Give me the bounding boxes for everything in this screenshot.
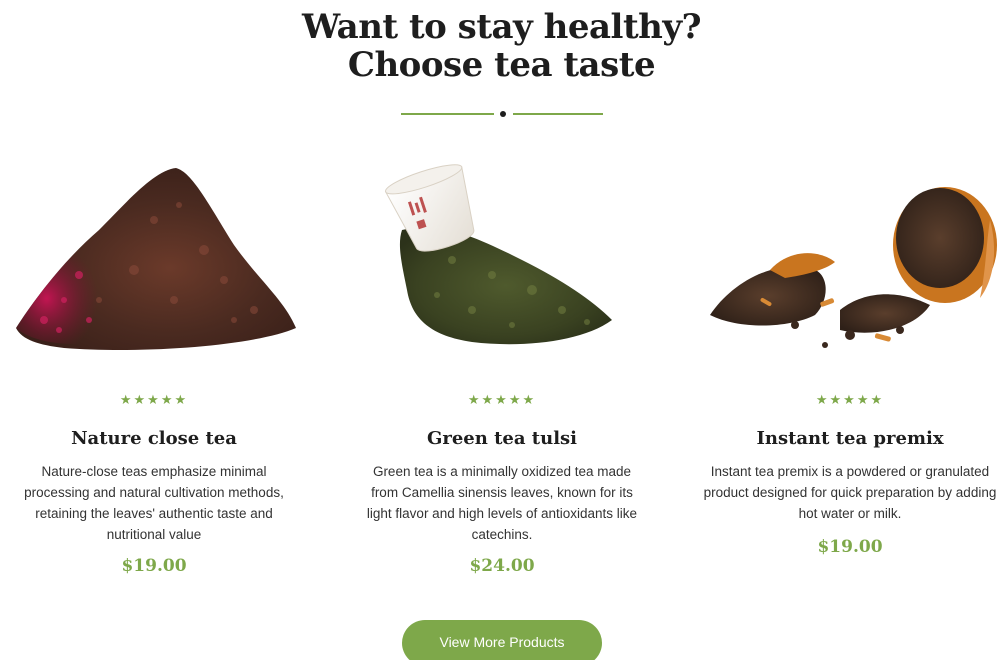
product-description: Green tea is a minimally oxidized tea ma… — [366, 464, 638, 542]
product-title[interactable]: Green tea tulsi — [352, 425, 652, 453]
rating-stars: ★★★★★ — [467, 393, 537, 408]
divider-dot — [500, 111, 506, 117]
product-price: $19.00 — [121, 556, 187, 576]
product-card-nature-close-tea[interactable]: ★★★★★ Nature close tea Nature-close teas… — [4, 150, 304, 590]
rating-stars: ★★★★★ — [119, 393, 189, 408]
product-description: Nature-close teas emphasize minimal proc… — [24, 464, 284, 542]
product-description: Instant tea premix is a powdered or gran… — [703, 464, 997, 521]
product-price: $19.00 — [817, 537, 883, 557]
product-image-green-tea[interactable] — [352, 150, 652, 375]
divider-line-left — [401, 113, 494, 115]
section-heading-line-1: Want to stay healthy? — [301, 7, 702, 47]
product-title[interactable]: Instant tea premix — [700, 425, 1000, 453]
rating-stars: ★★★★★ — [815, 393, 885, 408]
product-image-red-tea[interactable] — [4, 150, 304, 375]
view-more-products-button[interactable]: View More Products — [402, 620, 602, 660]
product-card-green-tea-tulsi[interactable]: ★★★★★ Green tea tulsi Green tea is a min… — [352, 150, 652, 590]
product-title[interactable]: Nature close tea — [4, 425, 304, 453]
featured-products-section: Want to stay healthy? Choose tea taste ★… — [0, 0, 1003, 660]
product-price: $24.00 — [469, 556, 535, 576]
divider-line-right — [513, 113, 603, 115]
product-card-instant-tea-premix[interactable]: ★★★★★ Instant tea premix Instant tea pre… — [700, 150, 1000, 590]
red-loose-leaf-tea-image — [16, 168, 296, 350]
view-more-products-label: View More Products — [439, 634, 565, 650]
product-image-dark-tea[interactable] — [700, 150, 1000, 375]
dark-tea-in-orange-peel-image — [710, 187, 997, 348]
section-heading-line-2: Choose tea taste — [347, 45, 656, 85]
heading-divider — [401, 108, 603, 120]
green-tea-with-cup-image — [384, 164, 612, 345]
